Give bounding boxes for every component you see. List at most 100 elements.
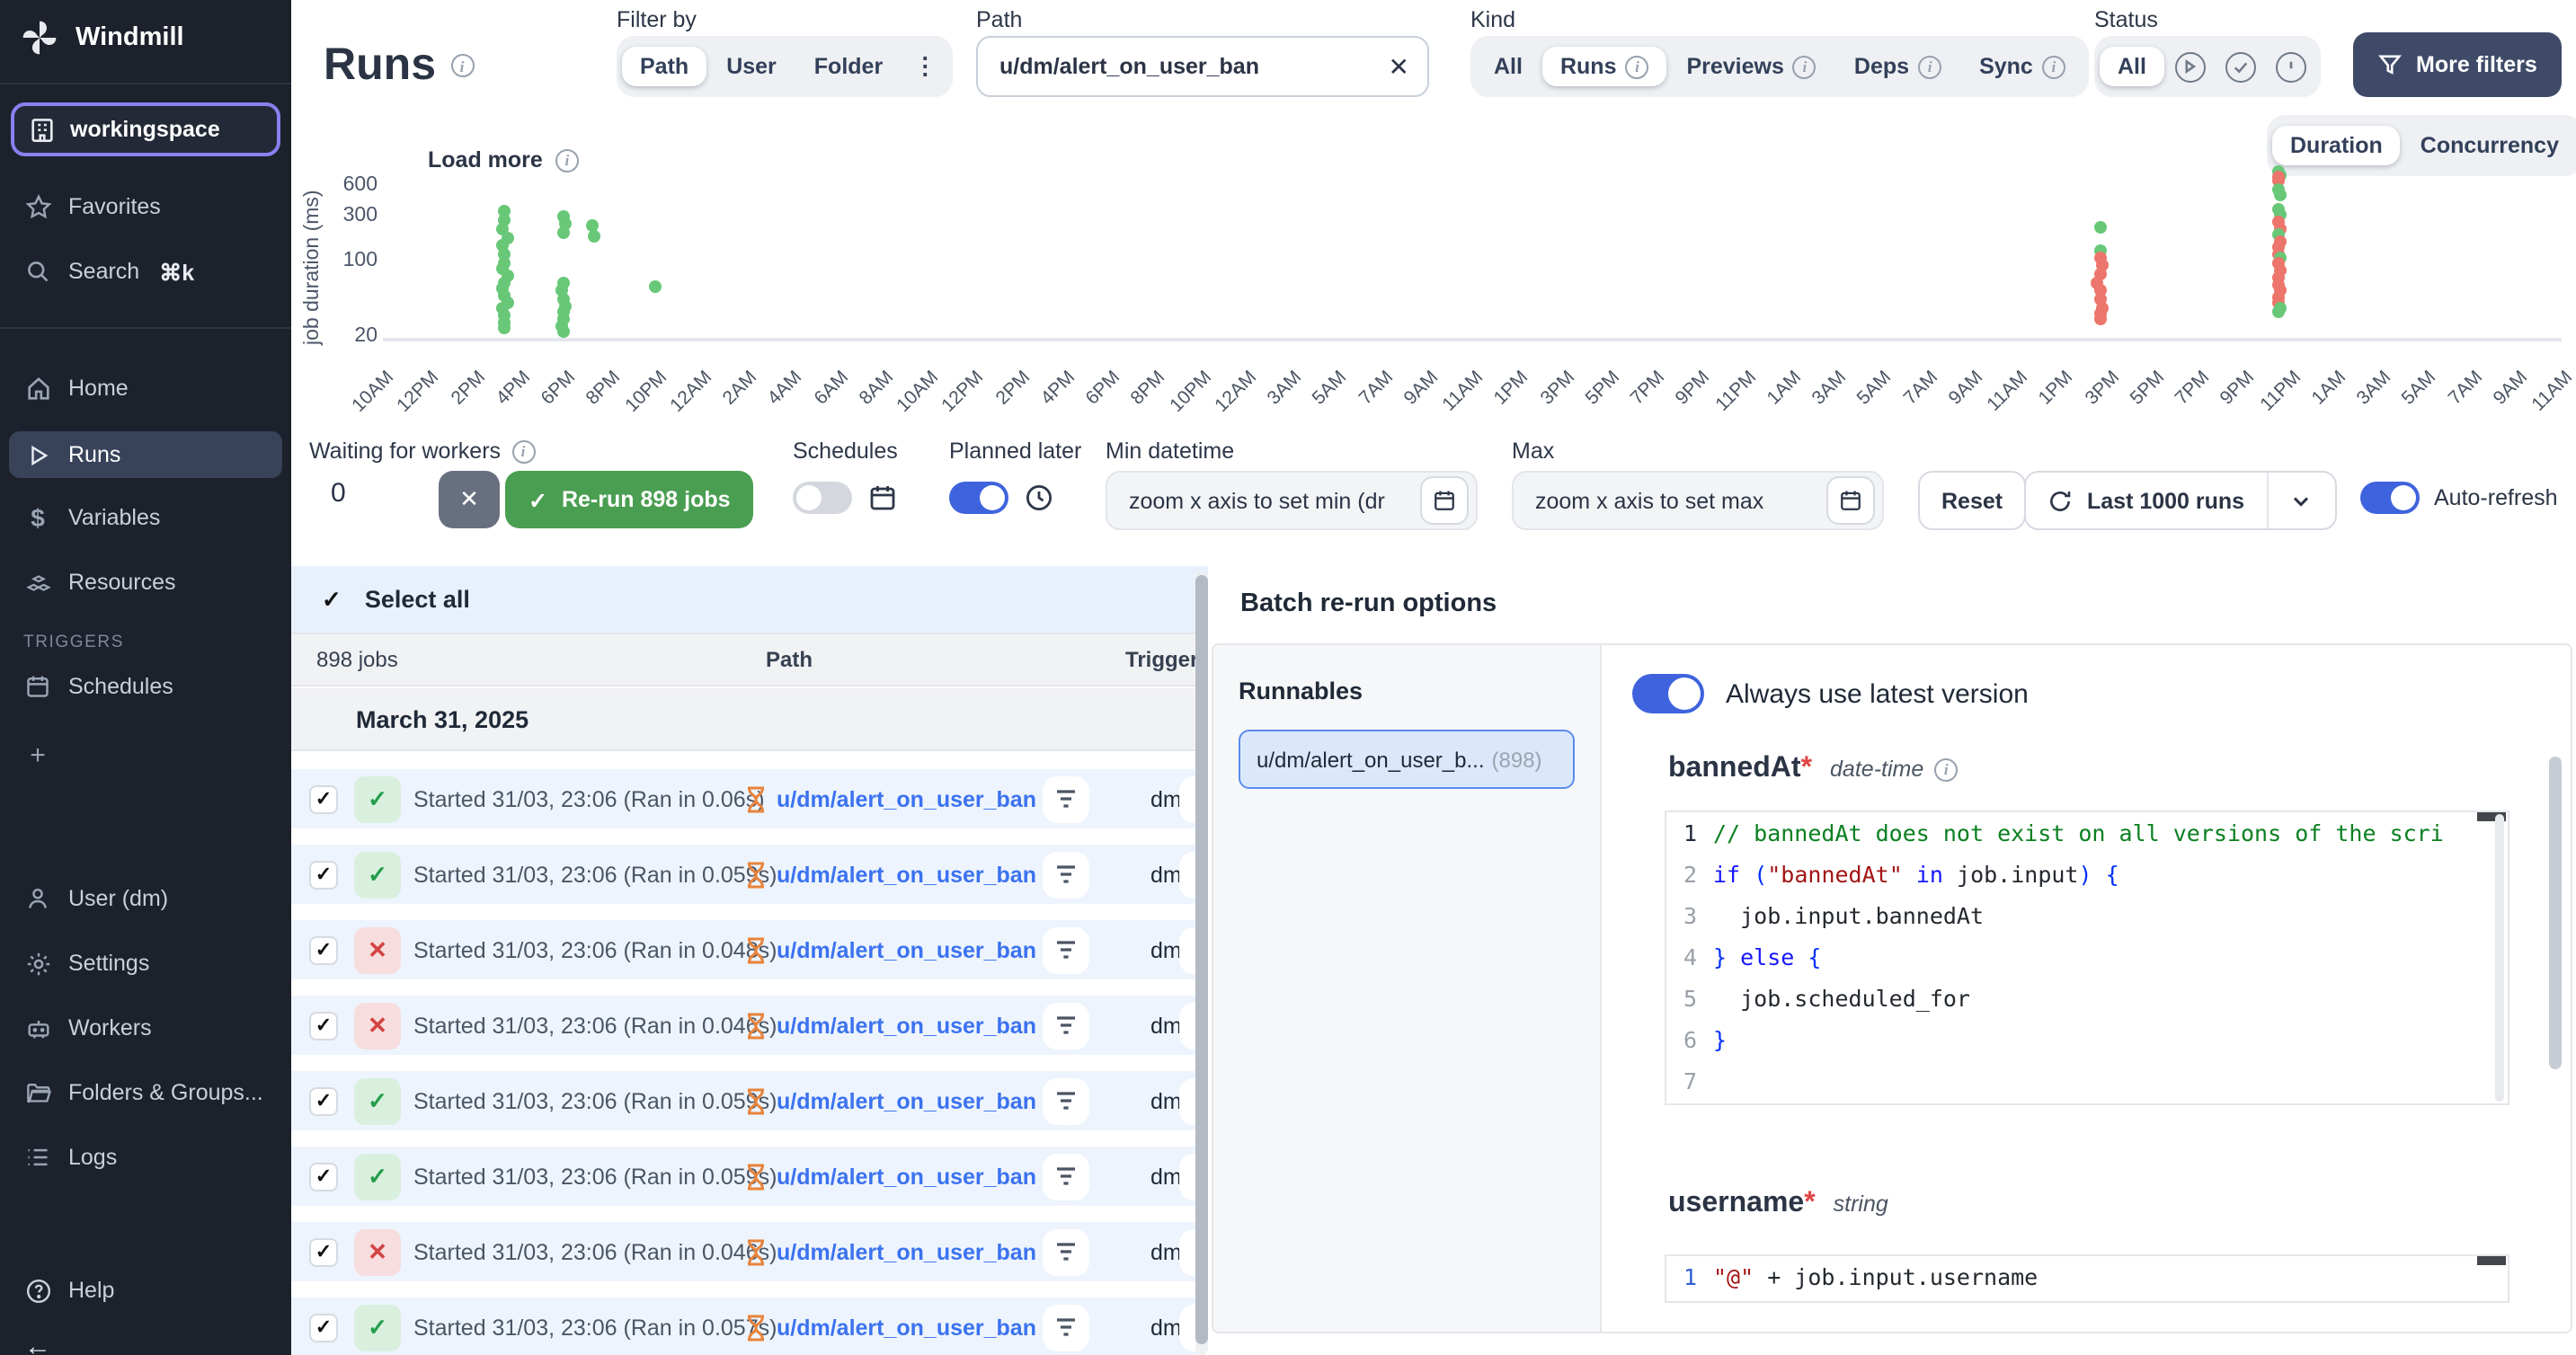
sidebar-item-settings[interactable]: Settings bbox=[0, 942, 291, 985]
cancel-selection-button[interactable]: ✕ bbox=[439, 471, 500, 528]
run-row[interactable]: ✓✕Started 31/03, 23:06 (Ran in 0.046s)u/… bbox=[291, 1222, 1197, 1281]
auto-refresh-toggle[interactable] bbox=[2360, 482, 2420, 514]
duration-scatter-chart[interactable] bbox=[383, 165, 2562, 341]
row-path-link[interactable]: u/dm/alert_on_user_ban bbox=[777, 1013, 1036, 1038]
kind-tab-sync[interactable]: Synci bbox=[1961, 47, 2083, 86]
run-row[interactable]: ✓✕Started 31/03, 23:06 (Ran in 0.046s)u/… bbox=[291, 996, 1197, 1055]
sidebar-item-variables[interactable]: $ Variables bbox=[0, 496, 291, 539]
success-job-dot[interactable] bbox=[557, 324, 570, 337]
more-filters-button[interactable]: More filters bbox=[2353, 32, 2563, 97]
reset-button[interactable]: Reset bbox=[1918, 471, 2026, 530]
row-path-link[interactable]: u/dm/alert_on_user_ban bbox=[777, 937, 1036, 962]
sidebar-item-folders-groups[interactable]: Folders & Groups... bbox=[0, 1071, 291, 1114]
run-row[interactable]: ✓✓Started 31/03, 23:06 (Ran in 0.059s)u/… bbox=[291, 1147, 1197, 1206]
kind-tab-runs[interactable]: Runsi bbox=[1542, 47, 1667, 86]
sidebar-item-user[interactable]: User (dm) bbox=[0, 877, 291, 920]
row-details-button[interactable] bbox=[1043, 1304, 1089, 1351]
row-path-link[interactable]: u/dm/alert_on_user_ban bbox=[777, 1088, 1036, 1113]
run-row[interactable]: ✓✓Started 31/03, 23:06 (Ran in 0.057s)u/… bbox=[291, 1297, 1197, 1355]
info-icon: i bbox=[1934, 757, 1958, 781]
row-details-button[interactable] bbox=[1043, 1002, 1089, 1049]
filter-tab-user[interactable]: User bbox=[708, 47, 795, 86]
view-tab-concurrency[interactable]: Concurrency bbox=[2403, 126, 2576, 165]
row-details-button[interactable] bbox=[1043, 1228, 1089, 1275]
row-details-button[interactable] bbox=[1043, 1077, 1089, 1124]
row-checkbox[interactable]: ✓ bbox=[309, 935, 338, 964]
refresh-runs-main[interactable]: Last 1000 runs bbox=[2026, 473, 2266, 528]
add-trigger-button[interactable]: + bbox=[0, 733, 291, 776]
success-job-dot[interactable] bbox=[557, 226, 570, 238]
run-row[interactable]: ✓✓Started 31/03, 23:06 (Ran in 0.059s)u/… bbox=[291, 1071, 1197, 1130]
status-failure-icon[interactable] bbox=[2276, 51, 2306, 82]
clear-path-icon[interactable]: ✕ bbox=[1389, 51, 1409, 82]
row-checkbox[interactable]: ✓ bbox=[309, 1011, 338, 1040]
sidebar-item-workers[interactable]: Workers bbox=[0, 1006, 291, 1049]
min-calendar-button[interactable] bbox=[1420, 476, 1469, 525]
row-path-link[interactable]: u/dm/alert_on_user_ban bbox=[777, 1239, 1036, 1264]
kind-tab-deps[interactable]: Depsi bbox=[1836, 47, 1959, 86]
runnable-item[interactable]: u/dm/alert_on_user_b... (898) bbox=[1239, 730, 1575, 789]
run-row[interactable]: ✓✓Started 31/03, 23:06 (Ran in 0.059s)u/… bbox=[291, 845, 1197, 904]
row-checkbox[interactable]: ✓ bbox=[309, 1237, 338, 1266]
row-details-button[interactable] bbox=[1043, 1153, 1089, 1200]
run-row[interactable]: ✓✕Started 31/03, 23:06 (Ran in 0.048s)u/… bbox=[291, 920, 1197, 979]
success-job-dot[interactable] bbox=[588, 229, 600, 242]
brand[interactable]: Windmill bbox=[20, 18, 184, 58]
editor-minimap-handle[interactable] bbox=[2477, 1256, 2506, 1265]
success-job-dot[interactable] bbox=[2272, 306, 2285, 318]
search-shortcut: ⌘k bbox=[159, 258, 194, 285]
latest-version-toggle[interactable] bbox=[1632, 674, 1704, 713]
row-path-link[interactable]: u/dm/alert_on_user_ban bbox=[777, 786, 1036, 811]
filter-tab-path[interactable]: Path bbox=[622, 47, 706, 86]
sidebar-item-resources[interactable]: Resources bbox=[0, 561, 291, 604]
select-all-checkbox[interactable]: ✓ bbox=[322, 585, 342, 614]
bannedat-code-editor[interactable]: 1// bannedAt does not exist on all versi… bbox=[1665, 810, 2509, 1105]
kind-tab-all[interactable]: All bbox=[1476, 47, 1541, 86]
refresh-dropdown-button[interactable] bbox=[2266, 473, 2334, 528]
view-tab-duration[interactable]: Duration bbox=[2272, 126, 2401, 165]
filter-more-menu[interactable]: ⋮ bbox=[902, 45, 947, 88]
row-checkbox[interactable]: ✓ bbox=[309, 1313, 338, 1342]
sidebar-item-schedules[interactable]: Schedules bbox=[0, 665, 291, 708]
max-calendar-button[interactable] bbox=[1826, 476, 1875, 525]
success-job-dot[interactable] bbox=[649, 280, 662, 293]
row-path-link[interactable]: u/dm/alert_on_user_ban bbox=[777, 1164, 1036, 1189]
path-filter-input[interactable] bbox=[996, 52, 1374, 81]
row-checkbox[interactable]: ✓ bbox=[309, 1162, 338, 1191]
run-row[interactable]: ✓✓Started 31/03, 23:06 (Ran in 0.06s)u/d… bbox=[291, 769, 1197, 828]
max-datetime-input[interactable] bbox=[1532, 486, 1819, 515]
min-datetime-input[interactable] bbox=[1125, 486, 1413, 515]
row-details-button[interactable] bbox=[1043, 926, 1089, 973]
sidebar-item-runs[interactable]: Runs bbox=[9, 431, 282, 478]
workspace-switcher[interactable]: workingspace bbox=[11, 102, 280, 156]
status-running-icon[interactable] bbox=[2175, 51, 2206, 82]
failed-job-dot[interactable] bbox=[2093, 313, 2106, 325]
collapse-sidebar-button[interactable]: ← bbox=[0, 1324, 291, 1355]
row-details-button[interactable] bbox=[1043, 775, 1089, 822]
status-success-icon[interactable] bbox=[2225, 51, 2256, 82]
row-checkbox[interactable]: ✓ bbox=[309, 860, 338, 889]
row-checkbox[interactable]: ✓ bbox=[309, 784, 338, 813]
row-path-link[interactable]: u/dm/alert_on_user_ban bbox=[777, 1315, 1036, 1340]
sidebar-item-logs[interactable]: Logs bbox=[0, 1136, 291, 1179]
editor-scrollbar[interactable] bbox=[2495, 814, 2504, 1102]
kind-tab-previews[interactable]: Previewsi bbox=[1668, 47, 1834, 86]
batch-panel-scrollbar[interactable] bbox=[2549, 757, 2562, 1069]
row-checkbox[interactable]: ✓ bbox=[309, 1086, 338, 1115]
windmill-app: Windmill workingspace Favorites Search ⌘… bbox=[0, 0, 2576, 1355]
sidebar-item-help[interactable]: Help bbox=[0, 1269, 291, 1312]
success-job-dot[interactable] bbox=[2274, 189, 2287, 201]
status-all-option[interactable]: All bbox=[2100, 47, 2164, 86]
filter-tab-folder[interactable]: Folder bbox=[796, 47, 901, 86]
sidebar-item-search[interactable]: Search ⌘k bbox=[0, 250, 291, 293]
sidebar-item-favorites[interactable]: Favorites bbox=[0, 185, 291, 228]
rerun-jobs-button[interactable]: ✓Re-run 898 jobs bbox=[505, 471, 754, 528]
username-code-editor[interactable]: 1"@" + job.input.username bbox=[1665, 1254, 2509, 1303]
row-path-link[interactable]: u/dm/alert_on_user_ban bbox=[777, 862, 1036, 887]
sidebar-item-home[interactable]: Home bbox=[0, 367, 291, 410]
success-job-dot[interactable] bbox=[2093, 221, 2106, 234]
schedules-toggle[interactable] bbox=[793, 482, 852, 514]
row-details-button[interactable] bbox=[1043, 851, 1089, 898]
planned-later-toggle[interactable] bbox=[949, 482, 1008, 514]
list-scrollbar[interactable] bbox=[1195, 571, 1208, 1355]
